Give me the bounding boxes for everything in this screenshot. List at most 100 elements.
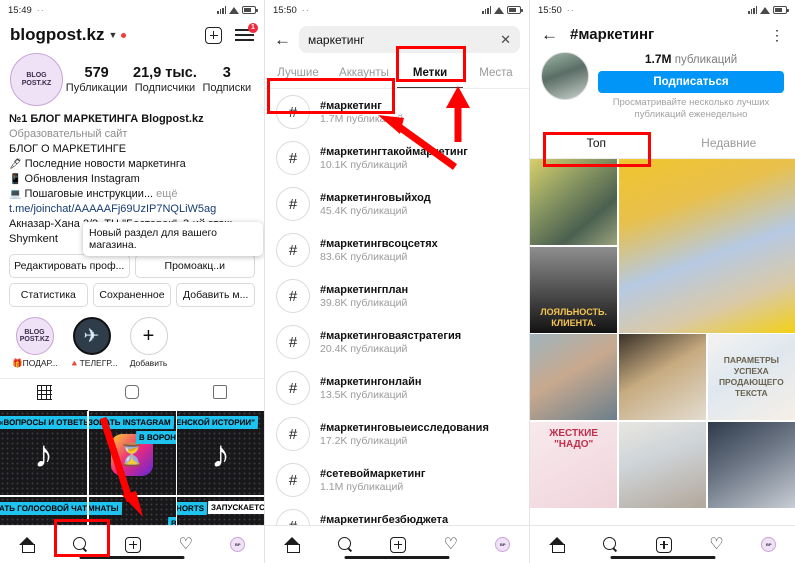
chevron-down-icon: ▼: [108, 30, 118, 40]
tab-grid[interactable]: [0, 379, 88, 411]
nav-add-icon[interactable]: [390, 536, 407, 553]
post-thumbnail[interactable]: [618, 334, 707, 420]
post-thumbnail[interactable]: [618, 159, 795, 333]
nav-heart-icon[interactable]: ♡: [179, 536, 193, 553]
highlight-add[interactable]: + Добавить: [126, 317, 171, 369]
search-bar-row: ← маркетинг ✕: [265, 20, 529, 60]
bio-line-1: №1 БЛОГ МАРКЕТИНГА Blogpost.kz: [9, 113, 204, 125]
tag-count: 1.7M публикаций: [320, 112, 404, 125]
status-time: 15:50: [538, 4, 562, 16]
tag-count: 1.1M публикаций: [320, 480, 404, 493]
list-item[interactable]: # #маркетинговыеисследования 17.2K публи…: [265, 411, 529, 457]
stat-following[interactable]: 3 Подписки: [202, 65, 251, 94]
grid-cell-caption: HORTS: [177, 501, 208, 515]
nav-search-icon[interactable]: [72, 537, 88, 552]
laptop-emoji: 💻: [9, 189, 22, 200]
post-thumbnail[interactable]: [618, 421, 707, 508]
tag-name: #маркетингонлайн: [320, 375, 422, 388]
hashtag-tabs: Топ Недавние: [530, 129, 795, 159]
nav-profile-avatar[interactable]: BP: [495, 537, 511, 552]
home-indicator: [344, 556, 450, 559]
highlight-gifts-cover: BLOG POST.KZ: [15, 317, 54, 355]
grid-cell[interactable]: ♪ ЕНСКОЙ ИСТОРИИ": [177, 411, 264, 495]
highlight-telegram-label: 🔺ТЕЛЕГР...: [69, 358, 118, 368]
menu-button[interactable]: 1: [235, 23, 258, 42]
tab-places[interactable]: Места: [463, 60, 529, 88]
signal-icon: [217, 6, 226, 14]
bottom-navbar: ♡ BP: [530, 525, 795, 563]
highlight-gifts[interactable]: BLOG POST.KZ 🎁ПОДАР...: [12, 317, 58, 369]
add-post-button[interactable]: [205, 26, 222, 44]
post-caption: ЖЕСТКИЕ "НАДО": [530, 422, 617, 508]
edit-profile-button[interactable]: Редактировать проф...: [9, 254, 130, 278]
promotions-button[interactable]: Промоакц..и: [134, 254, 255, 278]
grid-cell[interactable]: ♪ «ВОПРОСЫ И ОТВЕТЫ»: [0, 411, 87, 495]
clear-search-icon[interactable]: ✕: [500, 32, 511, 48]
tag-count: 17.2K публикаций: [320, 434, 408, 447]
list-item[interactable]: # #маркетингонлайн 13.5K публикаций: [265, 365, 529, 411]
stat-followers-label: Подписчики: [134, 82, 196, 94]
tag-name: #маркетинг: [320, 99, 382, 112]
highlight-telegram[interactable]: ✈ 🔺ТЕЛЕГР...: [69, 317, 118, 369]
funnel-emoji: ⏳: [118, 441, 146, 467]
nav-profile-avatar[interactable]: BP: [761, 537, 777, 552]
list-item[interactable]: # #маркетинг 1.7M публикаций: [265, 89, 529, 135]
tab-top[interactable]: Топ: [530, 129, 663, 158]
tag-count: 39.8K публикаций: [320, 296, 408, 309]
list-item[interactable]: # #сетевоймаркетинг 1.1M публикаций: [265, 457, 529, 503]
tab-reels[interactable]: [88, 379, 176, 411]
nav-home-icon[interactable]: [283, 537, 301, 553]
back-arrow-icon[interactable]: ←: [274, 31, 291, 48]
nav-home-icon[interactable]: [548, 537, 566, 553]
nav-heart-icon[interactable]: ♡: [444, 536, 458, 553]
tab-accounts[interactable]: Аккаунты: [331, 60, 397, 88]
tag-name: #маркетинговыйход: [320, 191, 431, 204]
tab-recent[interactable]: Недавние: [663, 129, 795, 158]
nav-add-icon[interactable]: [125, 536, 142, 553]
statistics-button[interactable]: Статистика: [9, 283, 88, 307]
search-input[interactable]: маркетинг ✕: [299, 26, 520, 53]
more-options-icon[interactable]: ⋮: [770, 28, 784, 42]
follow-button[interactable]: Подписаться: [598, 71, 784, 93]
hashtag-icon: #: [276, 371, 310, 405]
list-item[interactable]: # #маркетинговаястратегия 20.4K публикац…: [265, 319, 529, 365]
hashtag-icon: #: [276, 141, 310, 175]
post-thumbnail[interactable]: [530, 334, 618, 420]
list-item[interactable]: # #маркетинговыйход 45.4K публикаций: [265, 181, 529, 227]
phone-screen-hashtag: 15:50 ·· ← #маркетинг ⋮ 1.7M публикаций …: [530, 0, 795, 563]
profile-avatar[interactable]: BLOG POST.KZ: [10, 53, 63, 106]
stat-posts[interactable]: 579 Публикации: [66, 65, 128, 94]
grid-cell[interactable]: ⏳ ЗОВАТЬ INSTAGRAM В ВОРОН: [88, 411, 176, 495]
post-thumbnail[interactable]: ЖЕСТКИЕ "НАДО": [530, 421, 618, 508]
nav-search-icon[interactable]: [603, 537, 618, 552]
nav-add-icon[interactable]: [655, 536, 672, 553]
list-item[interactable]: # #маркетингвсоцсетях 83.6K публикаций: [265, 227, 529, 273]
nav-profile-avatar[interactable]: BP: [230, 537, 246, 552]
list-item[interactable]: # #маркетингплан 39.8K публикаций: [265, 273, 529, 319]
tab-top[interactable]: Лучшие: [265, 60, 331, 88]
post-thumbnail[interactable]: ПАРАМЕТРЫ УСПЕХА ПРОДАЮЩЕГО ТЕКСТА: [707, 334, 795, 420]
add-more-button[interactable]: Добавить м...: [176, 283, 256, 307]
highlight-avatar-label: BLOG POST.KZ: [19, 328, 50, 344]
home-indicator: [610, 556, 715, 559]
post-caption-text: ПАРАМЕТРЫ УСПЕХА ПРОДАЮЩЕГО ТЕКСТА: [718, 355, 784, 398]
search-input-value: маркетинг: [308, 32, 365, 47]
status-dots: ··: [566, 5, 575, 15]
hashtag-post-grid: ЛОЯЛЬНОСТЬ. КЛИЕНТА. ПАРАМЕТРЫ УСПЕХА ПРО…: [530, 159, 795, 508]
post-thumbnail[interactable]: [707, 421, 795, 508]
post-thumbnail[interactable]: ЛОЯЛЬНОСТЬ. КЛИЕНТА.: [530, 246, 618, 333]
account-switcher[interactable]: blogpost.kz ▼: [10, 25, 127, 45]
nav-search-icon[interactable]: [337, 537, 353, 552]
tab-tagged[interactable]: [176, 379, 264, 411]
wifi-icon: [494, 6, 504, 14]
nav-heart-icon[interactable]: ♡: [709, 536, 723, 553]
bio-more-link[interactable]: ещё: [153, 188, 177, 200]
back-arrow-icon[interactable]: ←: [541, 26, 558, 43]
list-item[interactable]: # #маркетингтакоймаркетинг 10.1K публика…: [265, 135, 529, 181]
nav-home-icon[interactable]: [18, 537, 36, 553]
stat-followers[interactable]: 21,9 тыс. Подписчики: [133, 65, 197, 94]
post-thumbnail[interactable]: [530, 159, 618, 245]
tab-tags[interactable]: Метки: [397, 60, 463, 88]
bio-link[interactable]: t.me/joinchat/AAAAAFj69UzIP7NQLiW5ag: [9, 202, 255, 217]
saved-button[interactable]: Сохраненное: [92, 283, 172, 307]
